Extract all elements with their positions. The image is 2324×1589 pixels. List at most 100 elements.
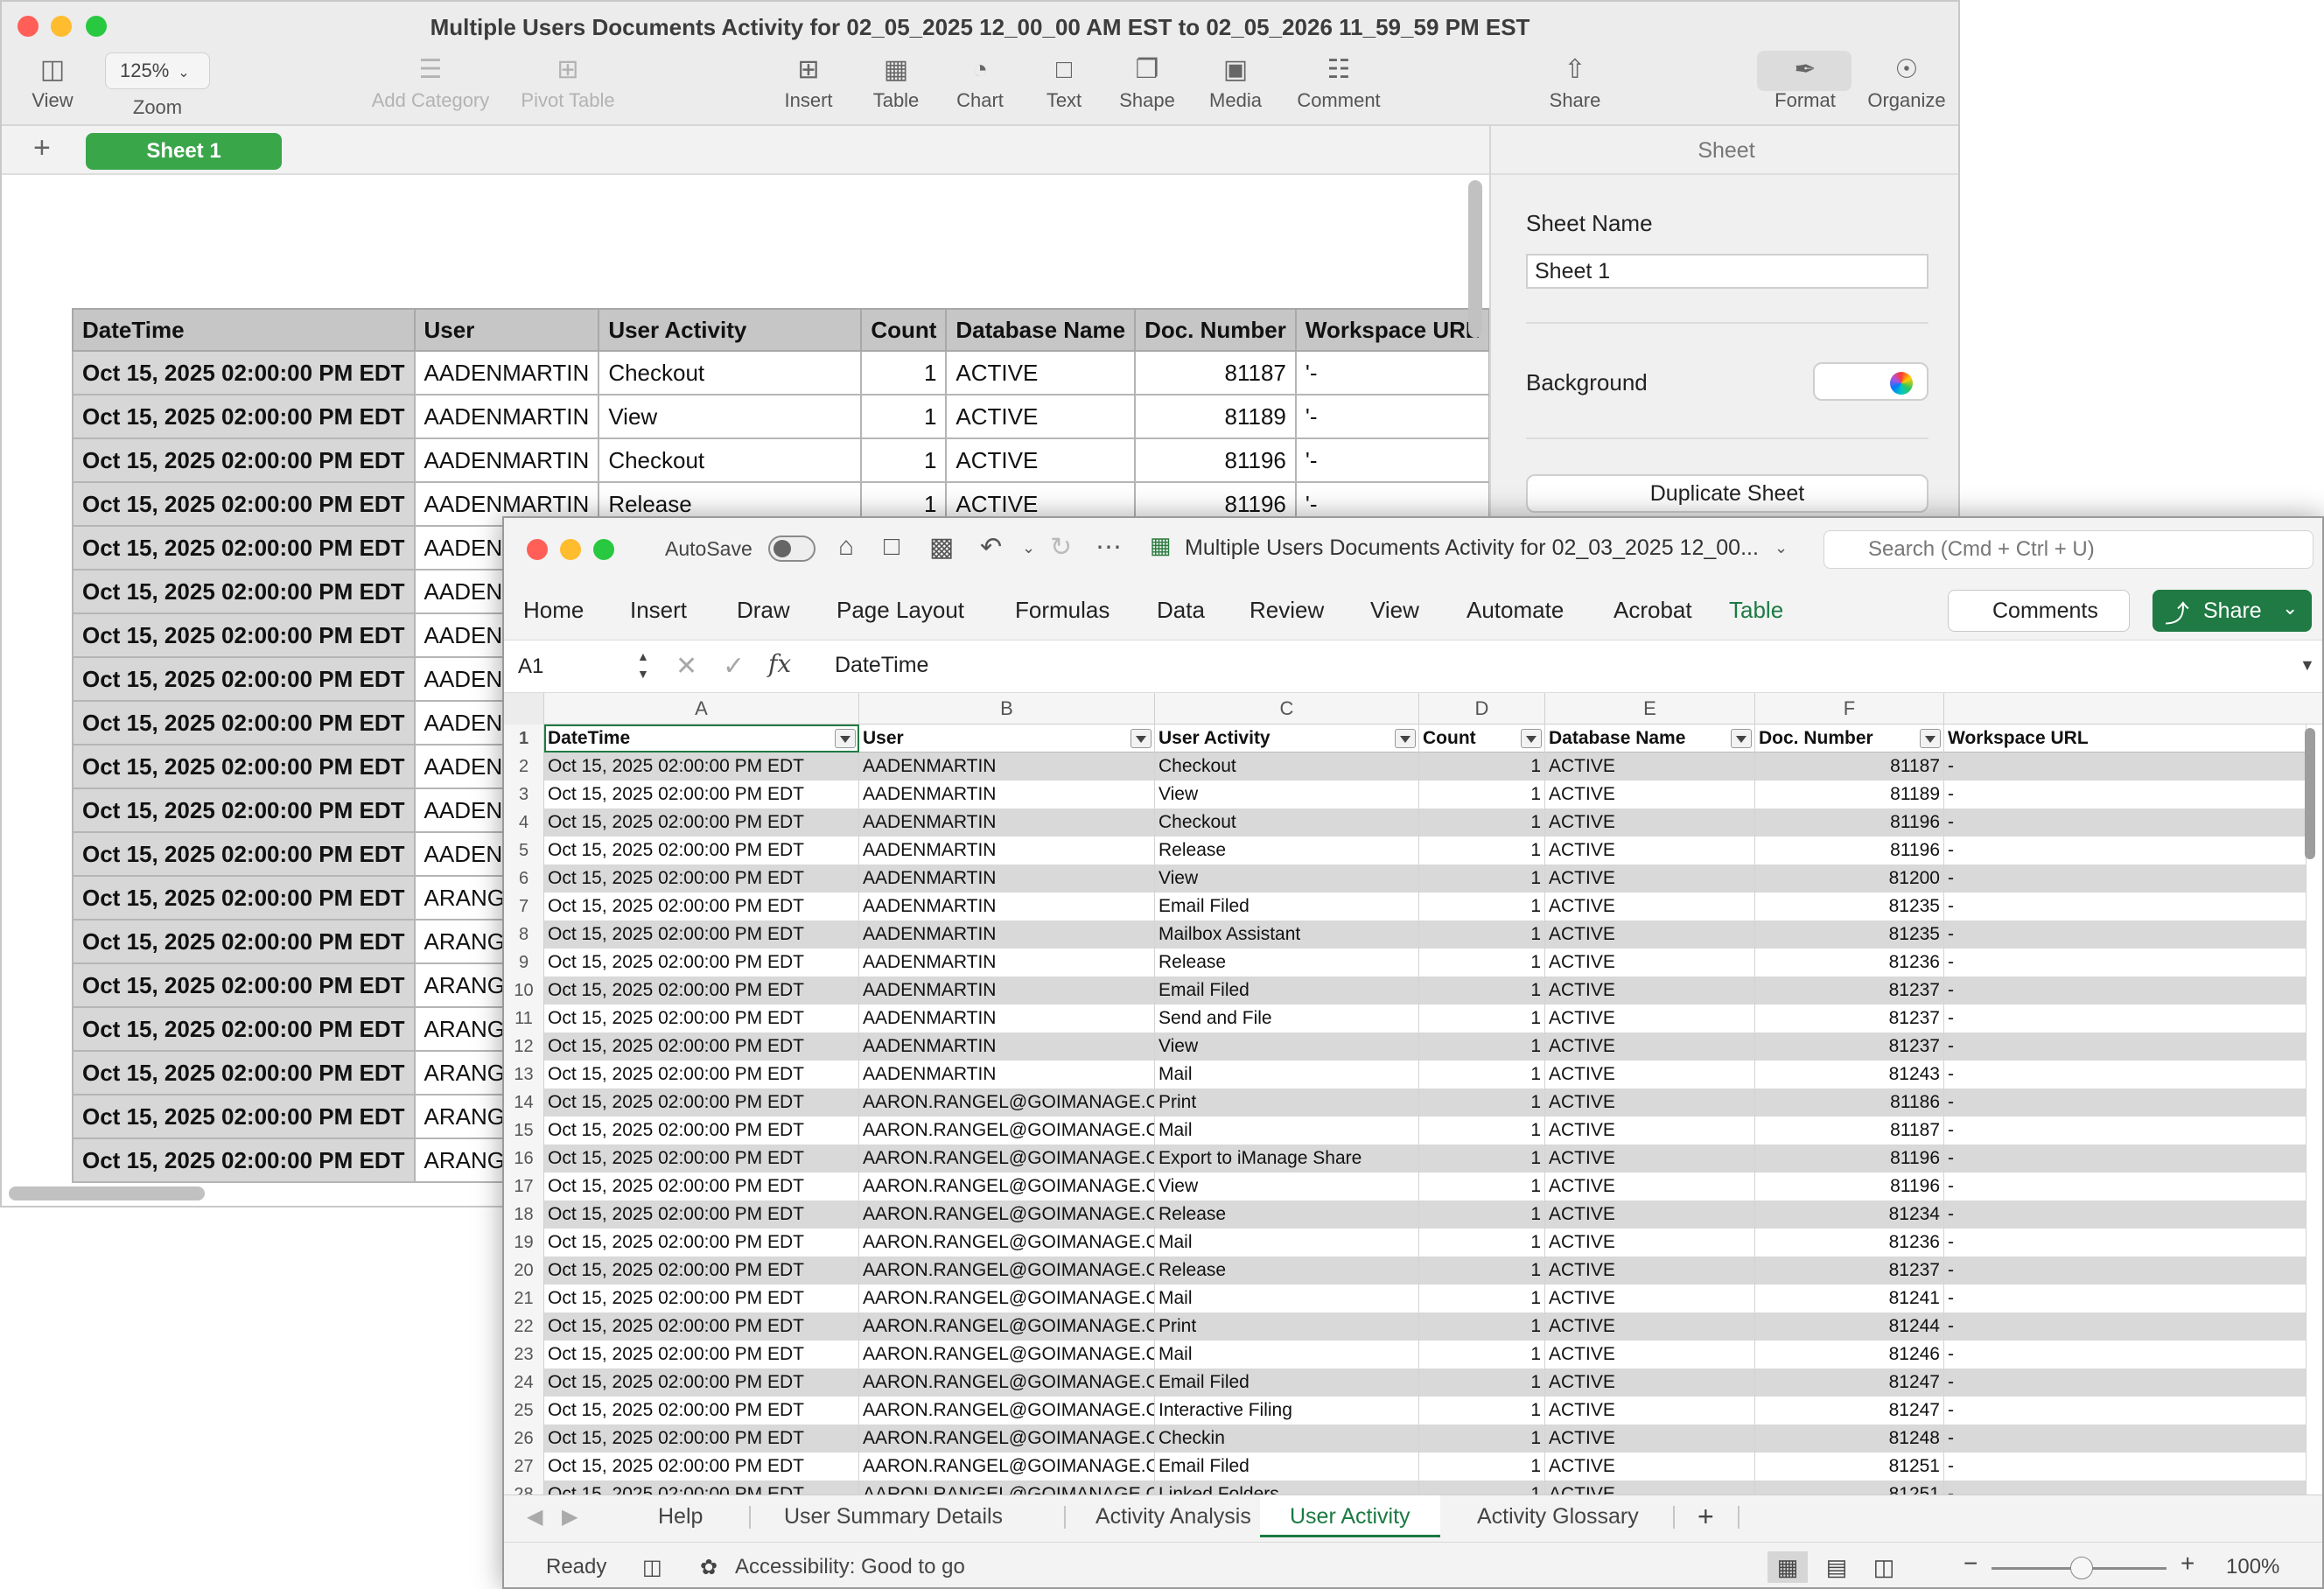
table-cell[interactable]: AADENMARTIN bbox=[413, 438, 600, 483]
table-cell[interactable]: Oct 15, 2025 02:00:00 PM EDT bbox=[72, 875, 416, 920]
table-cell[interactable]: Oct 15, 2025 02:00:00 PM EDT bbox=[72, 438, 416, 483]
redo-icon[interactable]: ↻ bbox=[1050, 532, 1072, 563]
grid-cell[interactable]: Oct 15, 2025 02:00:00 PM EDT bbox=[544, 1340, 859, 1368]
grid-cell[interactable]: View bbox=[1155, 1032, 1419, 1060]
grid-cell[interactable]: ACTIVE bbox=[1545, 1284, 1755, 1312]
grid-cell[interactable]: - bbox=[1944, 1312, 2306, 1340]
row-number[interactable]: 23 bbox=[504, 1340, 544, 1368]
grid-cell[interactable]: 81235 bbox=[1755, 920, 1944, 948]
grid-cell[interactable]: Oct 15, 2025 02:00:00 PM EDT bbox=[544, 1256, 859, 1284]
table-cell[interactable]: Checkout bbox=[598, 350, 863, 396]
row-number[interactable]: 4 bbox=[504, 808, 544, 836]
grid-cell[interactable]: ACTIVE bbox=[1545, 1312, 1755, 1340]
tab-insert[interactable]: Insert bbox=[630, 597, 687, 624]
grid-cell[interactable]: 1 bbox=[1419, 948, 1545, 976]
grid-cell[interactable]: - bbox=[1944, 948, 2306, 976]
column-header[interactable]: User Activity bbox=[598, 308, 863, 352]
view-button[interactable]: ◫ View bbox=[24, 51, 80, 112]
grid-cell[interactable]: Checkout bbox=[1155, 752, 1419, 780]
grid-cell[interactable]: AADENMARTIN bbox=[859, 836, 1155, 864]
table-cell[interactable]: View bbox=[598, 394, 863, 439]
column-header[interactable]: Workspace URL bbox=[1294, 308, 1490, 352]
grid-cell[interactable]: AADENMARTIN bbox=[859, 976, 1155, 1004]
comments-button[interactable]: Comments bbox=[1948, 590, 2130, 632]
grid-cell[interactable]: 81196 bbox=[1755, 836, 1944, 864]
grid-cell[interactable]: Oct 15, 2025 02:00:00 PM EDT bbox=[544, 892, 859, 920]
grid-cell[interactable]: Oct 15, 2025 02:00:00 PM EDT bbox=[544, 1284, 859, 1312]
row-number[interactable]: 28 bbox=[504, 1480, 544, 1494]
grid-cell[interactable]: 81200 bbox=[1755, 864, 1944, 892]
grid-cell[interactable]: Release bbox=[1155, 1200, 1419, 1228]
grid-cell[interactable]: 81236 bbox=[1755, 948, 1944, 976]
grid-cell[interactable]: 81237 bbox=[1755, 1256, 1944, 1284]
grid-cell[interactable]: Oct 15, 2025 02:00:00 PM EDT bbox=[544, 976, 859, 1004]
grid-cell[interactable]: AARON.RANGEL@GOIMANAGE.CO bbox=[859, 1200, 1155, 1228]
add-category-button[interactable]: ☰ Add Category bbox=[360, 51, 500, 112]
row-number[interactable]: 8 bbox=[504, 920, 544, 948]
grid-cell[interactable]: 1 bbox=[1419, 1200, 1545, 1228]
grid-cell[interactable]: Release bbox=[1155, 948, 1419, 976]
grid-cell[interactable]: Export to iManage Share bbox=[1155, 1144, 1419, 1172]
grid-cell[interactable]: 81234 bbox=[1755, 1200, 1944, 1228]
tab-automate[interactable]: Automate bbox=[1466, 597, 1564, 624]
row-number[interactable]: 27 bbox=[504, 1452, 544, 1480]
add-sheet-button[interactable]: + bbox=[1698, 1495, 1714, 1537]
grid-cell[interactable]: - bbox=[1944, 1424, 2306, 1452]
zoom-out-button[interactable]: − bbox=[1964, 1550, 1978, 1578]
grid-cell[interactable]: AADENMARTIN bbox=[859, 752, 1155, 780]
grid-cell[interactable]: Mail bbox=[1155, 1060, 1419, 1088]
tab-view[interactable]: View bbox=[1370, 597, 1419, 624]
grid-cell[interactable]: 81196 bbox=[1755, 808, 1944, 836]
table-cell[interactable]: ACTIVE bbox=[945, 350, 1137, 396]
table-cell[interactable]: 1 bbox=[860, 438, 948, 483]
grid-cell[interactable]: ACTIVE bbox=[1545, 1172, 1755, 1200]
enter-icon[interactable]: ✓ bbox=[723, 651, 745, 682]
grid-cell[interactable]: 81187 bbox=[1755, 1116, 1944, 1144]
organize-button[interactable]: ☉ Organize bbox=[1860, 51, 1953, 112]
grid-cell[interactable]: Mailbox Assistant bbox=[1155, 920, 1419, 948]
grid-cell[interactable]: - bbox=[1944, 1116, 2306, 1144]
table-cell[interactable]: Oct 15, 2025 02:00:00 PM EDT bbox=[72, 1094, 416, 1139]
grid-cell[interactable]: Oct 15, 2025 02:00:00 PM EDT bbox=[544, 1480, 859, 1494]
grid-cell[interactable]: 1 bbox=[1419, 836, 1545, 864]
grid-cell[interactable]: Checkout bbox=[1155, 808, 1419, 836]
column-header-f[interactable]: F bbox=[1755, 693, 1944, 724]
grid-cell[interactable]: 1 bbox=[1419, 1368, 1545, 1396]
header-cell[interactable]: Doc. Number bbox=[1755, 724, 1944, 752]
row-number[interactable]: 7 bbox=[504, 892, 544, 920]
column-header[interactable]: User bbox=[413, 308, 600, 352]
row-number[interactable]: 20 bbox=[504, 1256, 544, 1284]
grid-cell[interactable]: 81187 bbox=[1755, 752, 1944, 780]
name-box-stepper[interactable]: ▲ ▼ bbox=[637, 648, 649, 682]
format-button[interactable]: ✒ Format bbox=[1764, 51, 1846, 112]
table-cell[interactable]: 81196 bbox=[1134, 438, 1297, 483]
row-number[interactable]: 15 bbox=[504, 1116, 544, 1144]
tab-page-layout[interactable]: Page Layout bbox=[836, 597, 964, 624]
name-box[interactable]: A1 bbox=[513, 649, 635, 684]
table-cell[interactable]: AADENMARTIN bbox=[413, 350, 600, 396]
grid-cell[interactable]: Oct 15, 2025 02:00:00 PM EDT bbox=[544, 1228, 859, 1256]
shape-button[interactable]: ❐ Shape bbox=[1110, 51, 1185, 112]
grid-cell[interactable]: Oct 15, 2025 02:00:00 PM EDT bbox=[544, 948, 859, 976]
grid-cell[interactable]: Oct 15, 2025 02:00:00 PM EDT bbox=[544, 1396, 859, 1424]
grid-cell[interactable]: 81247 bbox=[1755, 1368, 1944, 1396]
undo-dropdown-icon[interactable]: ⌄ bbox=[1022, 539, 1035, 557]
formula-input[interactable]: DateTime bbox=[835, 653, 928, 678]
table-cell[interactable]: '- bbox=[1294, 350, 1490, 396]
grid-cell[interactable]: 1 bbox=[1419, 1172, 1545, 1200]
row-number[interactable]: 14 bbox=[504, 1088, 544, 1116]
grid-cell[interactable]: Oct 15, 2025 02:00:00 PM EDT bbox=[544, 780, 859, 808]
grid-cell[interactable]: AADENMARTIN bbox=[859, 1060, 1155, 1088]
row-number[interactable]: 6 bbox=[504, 864, 544, 892]
close-button[interactable] bbox=[527, 539, 548, 560]
table-cell[interactable]: Oct 15, 2025 02:00:00 PM EDT bbox=[72, 481, 416, 527]
row-number[interactable]: 26 bbox=[504, 1424, 544, 1452]
grid-cell[interactable]: - bbox=[1944, 808, 2306, 836]
column-header-a[interactable]: A bbox=[544, 693, 859, 724]
grid-cell[interactable]: Print bbox=[1155, 1088, 1419, 1116]
grid-cell[interactable]: 81235 bbox=[1755, 892, 1944, 920]
filter-dropdown-icon[interactable] bbox=[1731, 729, 1752, 748]
row-number[interactable]: 17 bbox=[504, 1172, 544, 1200]
grid-cell[interactable]: Oct 15, 2025 02:00:00 PM EDT bbox=[544, 1032, 859, 1060]
grid-cell[interactable]: - bbox=[1944, 1284, 2306, 1312]
